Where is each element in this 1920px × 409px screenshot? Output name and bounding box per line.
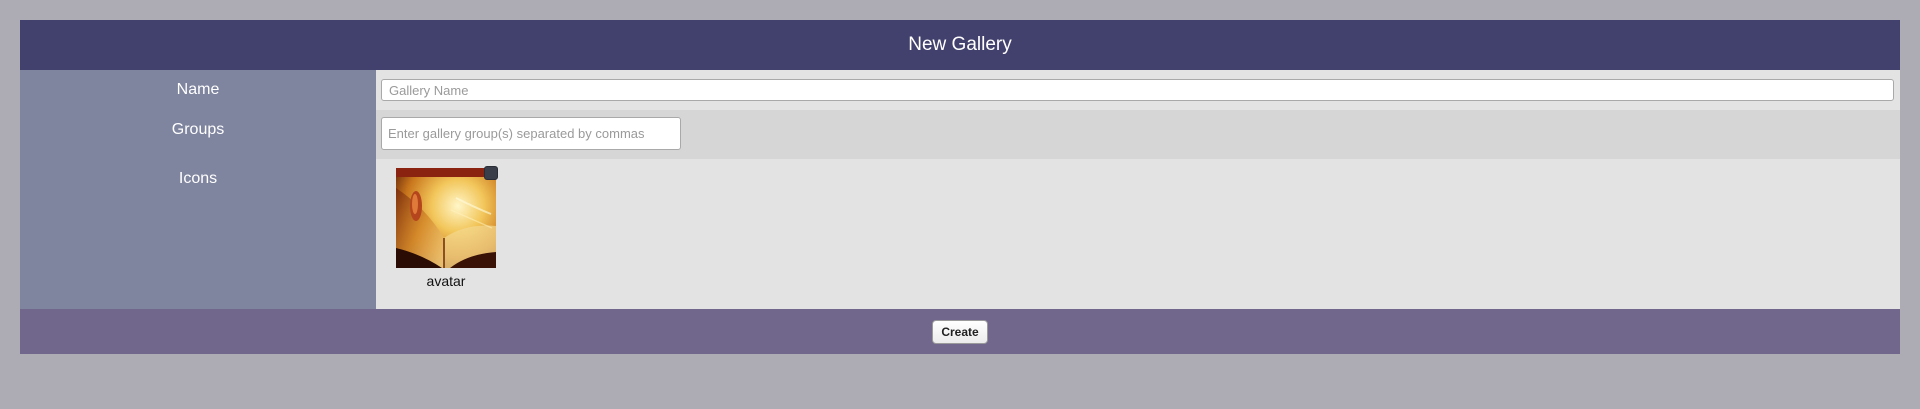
- groups-field-cell: [376, 110, 1900, 159]
- gallery-name-input[interactable]: [381, 79, 1894, 101]
- form-footer: Create: [20, 309, 1900, 354]
- icon-tile-avatar[interactable]: avatar: [396, 166, 498, 289]
- name-row: Name: [20, 70, 1900, 110]
- icon-caption: avatar: [426, 273, 466, 289]
- groups-label: Groups: [20, 110, 376, 159]
- book-image-icon: [396, 168, 496, 268]
- icon-selected-checkbox[interactable]: [484, 166, 498, 180]
- icons-row: Icons avatar: [20, 159, 1900, 309]
- icons-label: Icons: [20, 159, 376, 309]
- form-header: New Gallery: [20, 20, 1900, 70]
- form-title: New Gallery: [908, 34, 1012, 55]
- groups-row: Groups: [20, 110, 1900, 159]
- icons-field-cell: avatar: [376, 159, 1900, 309]
- new-gallery-form: New Gallery Name Groups Icons: [20, 20, 1900, 354]
- create-button[interactable]: Create: [932, 319, 988, 344]
- gallery-groups-input[interactable]: [381, 117, 681, 150]
- avatar-thumbnail[interactable]: [396, 166, 498, 268]
- name-field-cell: [376, 70, 1900, 110]
- name-label: Name: [20, 70, 376, 110]
